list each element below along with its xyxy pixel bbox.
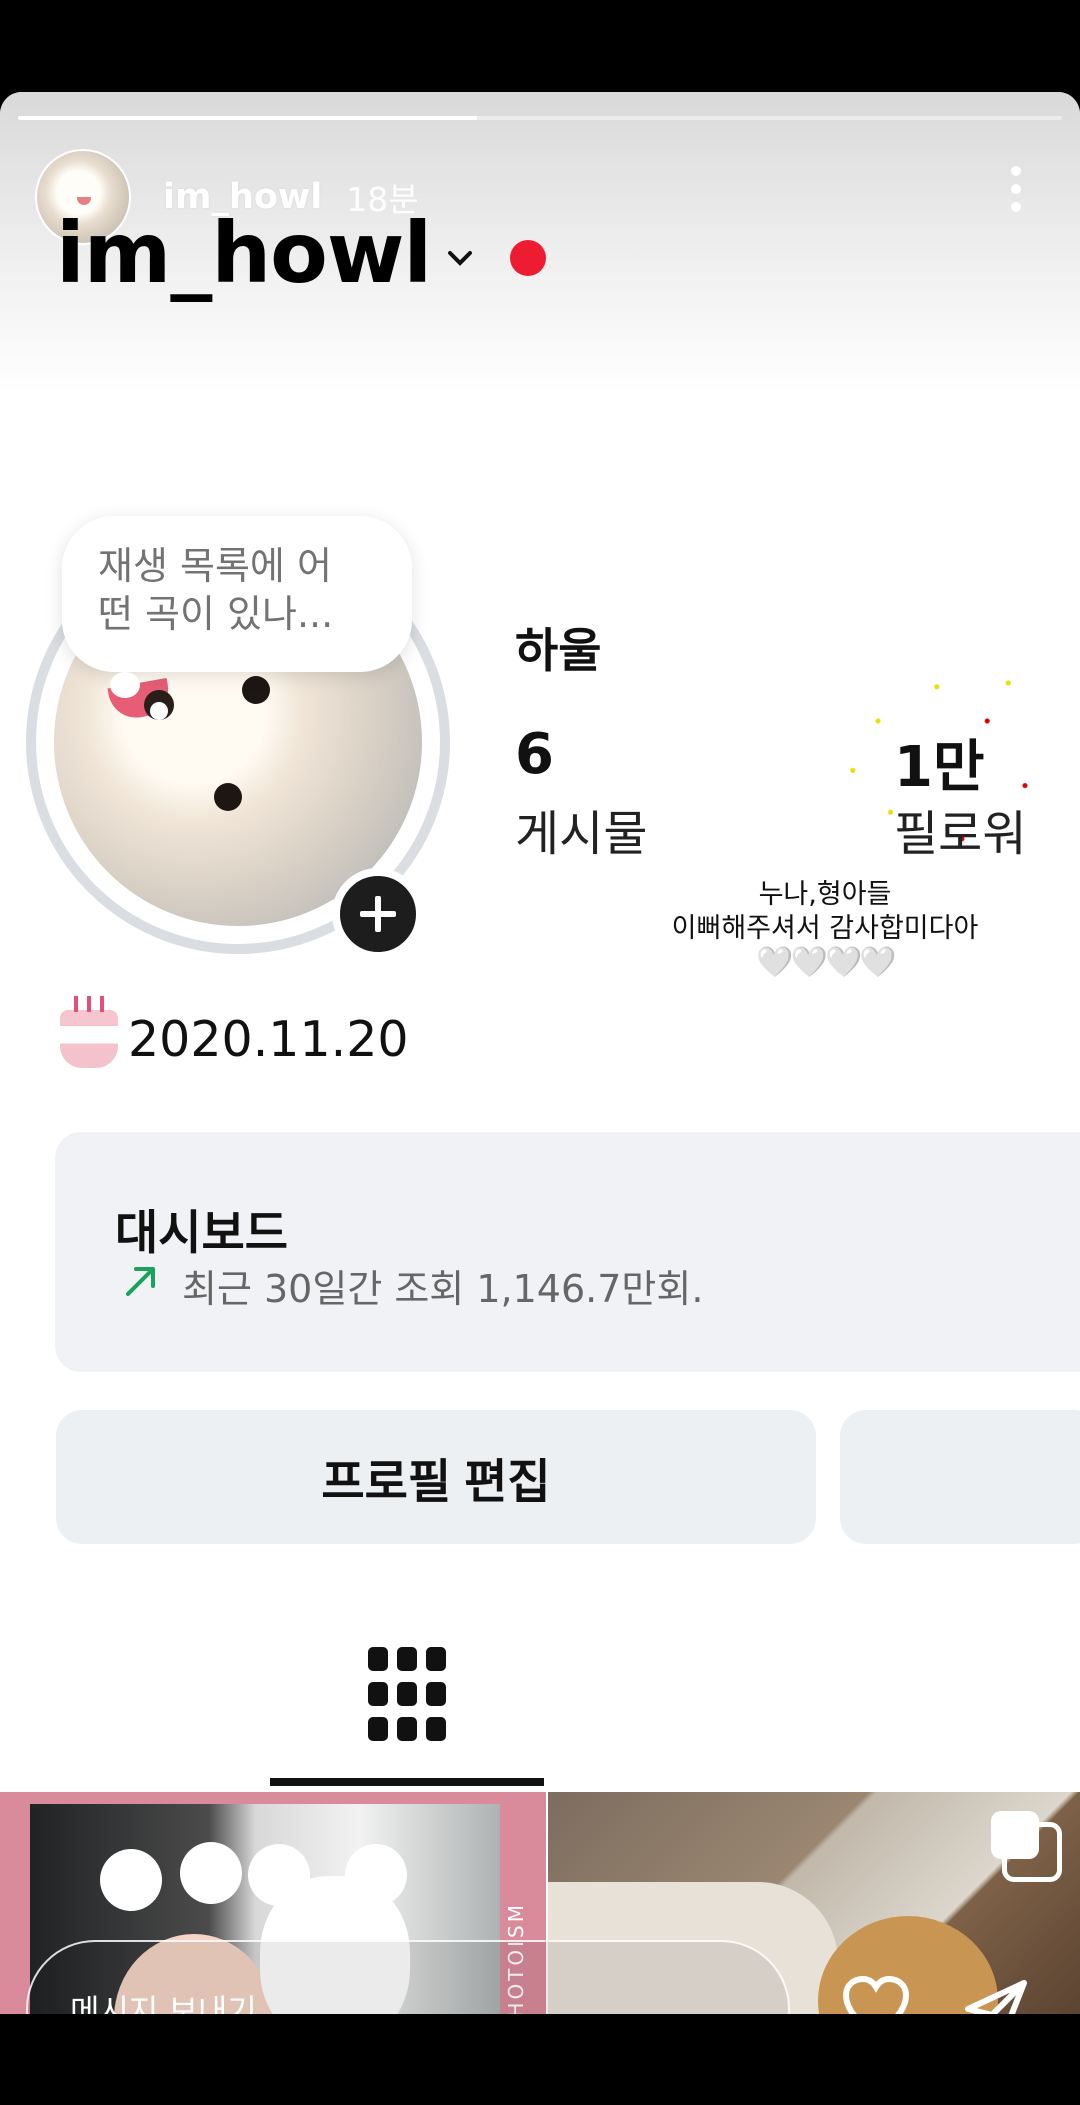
display-name: 하울 [515, 624, 602, 679]
trend-up-icon [126, 1267, 155, 1296]
chevron-down-icon[interactable] [446, 244, 474, 272]
notification-dot [510, 240, 546, 276]
message-placeholder: 메시지 보내기 [70, 1992, 257, 2014]
more-icon[interactable] [1010, 166, 1022, 212]
thanks-line-1: 누나,형아들 [758, 879, 892, 910]
bubble-tail [110, 672, 140, 698]
secondary-profile-button[interactable] [840, 1410, 1080, 1544]
birthday-date: 2020.11.20 [128, 1010, 409, 1068]
profile-handle: im_howl [56, 204, 432, 302]
grid-icon[interactable] [368, 1647, 446, 1741]
playlist-speech-bubble[interactable]: 재생 목록에 어 떤 곡이 있나... [62, 516, 412, 672]
bubble-tail-small [150, 702, 168, 720]
multiple-photos-icon [991, 1811, 1062, 1882]
instagram-story: im_howl 18분 im_howl 재생 목록에 어 떤 곡이 있나... … [0, 92, 1080, 2014]
dashboard-description: 최근 30일간 조회 1,146.7만회. [182, 1267, 704, 1311]
dog-eye [242, 676, 270, 704]
system-bottom-bar [0, 2014, 1080, 2105]
white-hearts: 🤍🤍🤍🤍 [756, 945, 896, 980]
add-story-button[interactable] [332, 868, 424, 960]
cake-icon [60, 996, 118, 1068]
edit-profile-button[interactable]: 프로필 편집 [56, 1410, 816, 1544]
posts-count[interactable]: 6 [515, 722, 554, 787]
dog-eye [214, 783, 242, 811]
story-progress-fill [18, 116, 478, 120]
thanks-line-2: 이뻐해주셔서 감사합미다아 [671, 913, 979, 944]
dashboard-card[interactable]: 대시보드 최근 30일간 조회 1,146.7만회. [55, 1132, 1080, 1372]
followers-count[interactable]: 1만 [894, 722, 985, 803]
birthday: 2020.11.20 [60, 996, 409, 1068]
heart-icon[interactable] [840, 1975, 912, 2014]
thanks-overlay: 누나,형아들 이뻐해주셔서 감사합미다아 🤍🤍🤍🤍 [660, 878, 990, 980]
story-progress-bar [18, 116, 1062, 120]
send-icon[interactable] [960, 1975, 1032, 2014]
grid-tab-indicator [270, 1778, 544, 1786]
posts-label[interactable]: 게시물 [515, 794, 647, 864]
followers-label[interactable]: 필로워 [894, 794, 1026, 864]
dashboard-title: 대시보드 [115, 1206, 288, 1261]
